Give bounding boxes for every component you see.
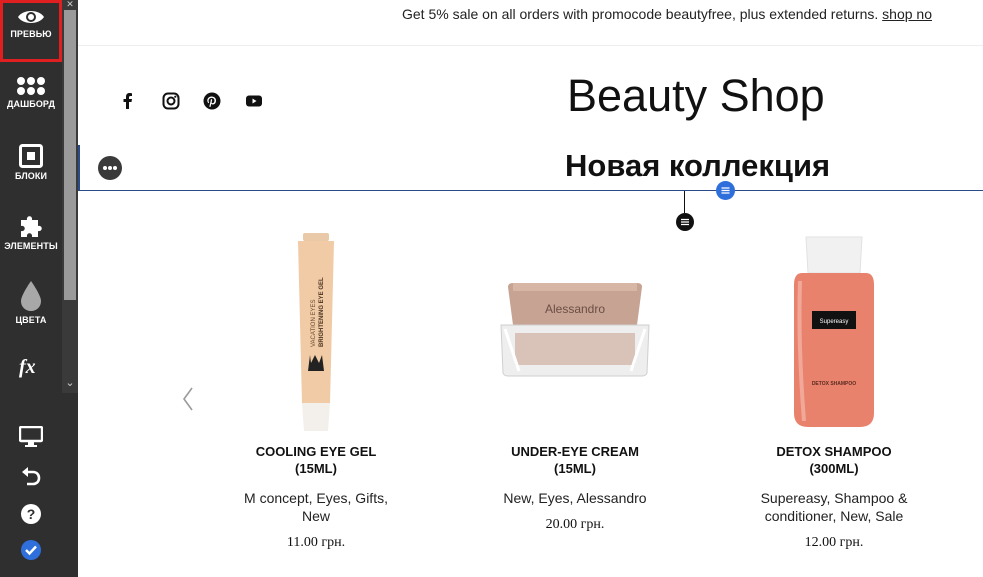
sidebar-item-label: ПРЕВЬЮ [10,29,52,39]
desktop-view-button[interactable] [0,426,62,448]
jar-brand-text: Alessandro [545,302,605,316]
facebook-icon[interactable] [119,92,137,110]
sidebar-item-colors[interactable]: ЦВЕТА [0,280,62,325]
product-price: 11.00 грн. [286,535,346,550]
bottle-product-text: DETOX SHAMPOO [812,381,856,387]
more-dots-icon [103,166,117,170]
sidebar-item-label: БЛОКИ [14,171,48,181]
product-name[interactable]: DETOX SHAMPOO (300ML) [734,443,934,477]
divider [78,45,983,46]
product-card[interactable]: Supereasy DETOX SHAMPOO DETOX SHAMPOO (3… [734,225,934,551]
drop-icon [21,281,41,311]
sidebar-item-label: ЦВЕТА [15,315,47,325]
function-icon: fx [19,356,36,378]
drag-lines-icon [721,187,730,194]
product-tags: M concept, Eyes, Gifts, New [244,490,388,524]
block-options-button[interactable] [98,156,122,180]
selection-outline [78,145,80,191]
product-price: 12.00 грн. [804,535,864,550]
section-title[interactable]: Новая коллекция [565,148,830,184]
promo-link[interactable]: shop no [882,6,932,22]
check-badge-icon [21,540,41,560]
sidebar-item-dashboard[interactable]: ДАШБОРД [0,76,62,109]
product-image[interactable]: Alessandro [475,225,675,435]
promo-bar: Get 5% sale on all orders with promocode… [78,0,983,30]
sidebar-edge [62,393,78,577]
help-button[interactable]: ? [0,503,62,525]
sidebar-item-blocks[interactable]: БЛОКИ [0,144,62,181]
svg-text:VACATION EYES: VACATION EYES [311,300,317,347]
carousel-prev-icon[interactable] [180,386,196,412]
scroll-down-icon[interactable]: ⌄ [62,374,78,392]
block-icon [19,144,43,168]
instagram-icon[interactable] [162,92,180,110]
promo-text: Get 5% sale on all orders with promocode… [402,6,883,22]
drag-lines-icon [681,218,689,226]
eye-cream-jar-image: Alessandro [500,283,650,377]
handle-connector [684,191,685,213]
spacing-handle[interactable] [676,213,694,231]
publish-status-button[interactable] [0,539,62,561]
undo-icon [22,467,41,486]
svg-text:BRIGHTENING EYE GEL: BRIGHTENING EYE GEL [319,277,325,347]
monitor-icon [19,426,43,447]
puzzle-icon [21,216,42,237]
product-card[interactable]: VACATION EYES BRIGHTENING EYE GEL COOLIN… [216,225,416,551]
youtube-icon[interactable] [245,92,263,110]
eye-gel-tube-image: VACATION EYES BRIGHTENING EYE GEL [298,233,334,431]
eye-icon [18,11,44,23]
product-image[interactable]: VACATION EYES BRIGHTENING EYE GEL [216,225,416,435]
sidebar-item-elements[interactable]: ЭЛЕМЕНТЫ [0,212,62,251]
product-name[interactable]: UNDER-EYE CREAM (15ML) [475,443,675,477]
selection-outline [78,190,983,191]
undo-button[interactable] [0,465,62,487]
dots-grid-icon [17,77,45,95]
resize-handle[interactable] [716,181,735,200]
sidebar-scrollbar[interactable]: ✕ ⌄ [62,0,78,393]
bottle-brand-text: Supereasy [820,319,849,325]
product-tags: Supereasy, Shampoo & conditioner, New, S… [760,490,908,524]
help-icon: ? [21,504,41,524]
svg-text:?: ? [27,506,36,522]
svg-text:fx: fx [19,356,36,378]
sidebar-item-label: ДАШБОРД [7,99,55,109]
product-tags: New, Eyes, Alessandro [503,490,647,506]
pinterest-icon[interactable] [203,92,221,110]
product-name[interactable]: COOLING EYE GEL (15ML) [216,443,416,477]
site-title: Beauty Shop [567,70,825,121]
sidebar-item-preview[interactable]: ПРЕВЬЮ [0,0,62,62]
product-price: 20.00 грн. [545,517,605,532]
product-image[interactable]: Supereasy DETOX SHAMPOO [734,225,934,435]
scrollbar-thumb[interactable] [64,10,76,300]
editor-sidebar: ПРЕВЬЮ ДАШБОРД БЛОКИ ЭЛЕМЕНТЫ ЦВЕТА fx ? [0,0,62,577]
shampoo-bottle-image: Supereasy DETOX SHAMPOO [794,236,874,427]
scroll-up-icon[interactable]: ✕ [62,0,78,9]
sidebar-item-functions[interactable]: fx [0,354,62,378]
product-card[interactable]: Alessandro UNDER-EYE CREAM (15ML) New, E… [475,225,675,533]
sidebar-item-label: ЭЛЕМЕНТЫ [4,241,58,251]
